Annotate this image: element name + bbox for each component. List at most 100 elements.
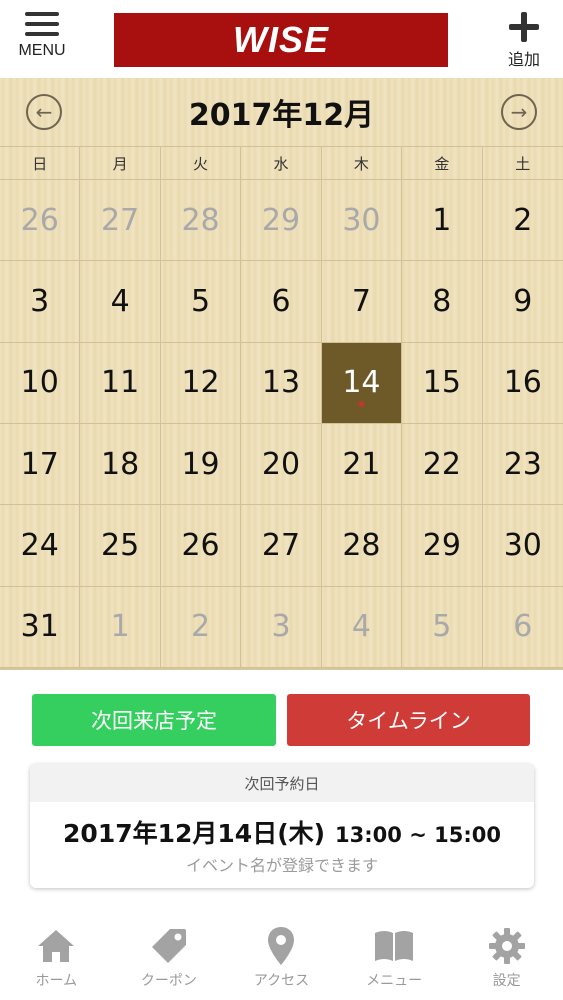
day-number: 8: [432, 283, 452, 319]
day-cell[interactable]: 6: [482, 587, 563, 668]
next-visit-button[interactable]: 次回来店予定: [32, 694, 276, 746]
day-cell[interactable]: 28: [321, 505, 403, 587]
day-cell[interactable]: 5: [160, 261, 242, 343]
day-cell[interactable]: 24: [0, 505, 81, 587]
day-number: 5: [191, 283, 211, 319]
day-cell[interactable]: 21: [321, 424, 403, 506]
month-title: 2017年12月: [188, 98, 375, 133]
day-cell[interactable]: 16: [482, 343, 563, 424]
day-number: 16: [503, 365, 542, 401]
app-header: MENU WISE 追加: [0, 0, 563, 78]
day-cell[interactable]: 22: [402, 424, 483, 506]
day-cell[interactable]: 26: [160, 505, 242, 587]
tab-menu[interactable]: メニュー: [338, 920, 451, 1000]
day-cell[interactable]: 31: [0, 586, 81, 668]
day-number: 1: [110, 609, 130, 645]
day-cell[interactable]: 30: [321, 180, 403, 262]
day-cell[interactable]: 23: [482, 424, 563, 506]
day-number: 6: [271, 283, 291, 319]
add-label: 追加: [507, 50, 540, 69]
weekday-label: 月: [80, 147, 161, 180]
day-number: 13: [261, 365, 301, 401]
day-cell[interactable]: 20: [241, 424, 322, 506]
day-cell[interactable]: 6: [241, 261, 322, 343]
day-cell[interactable]: 28: [160, 180, 242, 262]
day-cell[interactable]: 1: [80, 586, 161, 668]
day-number: 30: [342, 202, 381, 238]
menu-button[interactable]: MENU: [10, 10, 74, 70]
day-number: 28: [181, 202, 220, 238]
gear-icon: [450, 926, 563, 966]
tab-label: ホーム: [35, 973, 78, 989]
tab-label: 設定: [492, 973, 521, 989]
reservation-date: 2017年12月14日(木): [63, 819, 326, 848]
day-cell[interactable]: 10: [0, 342, 81, 424]
day-number: 1: [432, 202, 452, 238]
tab-coupon[interactable]: クーポン: [113, 920, 226, 1000]
day-cell[interactable]: 29: [241, 180, 322, 262]
day-cell[interactable]: 3: [0, 261, 81, 343]
prev-month-button[interactable]: ←: [26, 94, 62, 130]
day-number: 21: [342, 446, 381, 482]
event-star-icon: ★: [356, 397, 367, 411]
day-number: 6: [513, 609, 533, 645]
day-number: 26: [181, 527, 220, 563]
day-cell[interactable]: 11: [80, 342, 161, 424]
day-cell[interactable]: 25: [80, 505, 161, 587]
day-cell[interactable]: 3: [241, 586, 322, 668]
day-cell[interactable]: 4: [321, 586, 403, 668]
day-cell[interactable]: 8: [402, 261, 483, 343]
bottom-tab-bar: ホーム クーポン アクセス メニュー 設定: [0, 920, 563, 1000]
day-cell[interactable]: 30: [482, 505, 563, 587]
add-button[interactable]: 追加: [499, 10, 549, 70]
day-cell[interactable]: 26: [0, 180, 81, 262]
home-icon: [0, 926, 113, 966]
day-cell[interactable]: 27: [241, 505, 322, 587]
day-cell[interactable]: 15: [402, 342, 483, 424]
day-number: 5: [432, 609, 452, 645]
day-number: 2: [513, 202, 533, 238]
day-number: 4: [110, 283, 130, 319]
day-cell[interactable]: 29: [402, 505, 483, 587]
day-number: 25: [101, 527, 140, 563]
day-cell[interactable]: 17: [0, 424, 81, 506]
day-cell[interactable]: 9: [482, 261, 563, 343]
day-cell[interactable]: 13: [241, 342, 322, 424]
day-number: 2: [191, 609, 211, 645]
day-cell[interactable]: 12: [160, 342, 242, 424]
day-cell[interactable]: 1: [402, 180, 483, 262]
reservation-card[interactable]: 次回予約日 2017年12月14日(木) 13:00 ~ 15:00 イベント名が…: [30, 764, 534, 888]
day-cell[interactable]: 19: [160, 424, 242, 506]
timeline-button[interactable]: タイムライン: [287, 694, 530, 746]
book-icon: [338, 926, 451, 966]
next-month-button[interactable]: →: [501, 94, 537, 130]
day-number: 10: [20, 365, 59, 401]
tab-settings[interactable]: 設定: [450, 920, 563, 1000]
day-cell-selected[interactable]: 14 ★: [321, 342, 403, 424]
tag-icon: [113, 926, 226, 966]
reservation-datetime: 2017年12月14日(木) 13:00 ~ 15:00: [30, 814, 534, 850]
day-number: 17: [20, 446, 59, 482]
hamburger-icon: [25, 12, 59, 36]
day-cell[interactable]: 7: [321, 261, 403, 343]
day-cell[interactable]: 2: [160, 586, 242, 668]
day-cell[interactable]: 18: [80, 424, 161, 506]
weekday-label: 水: [241, 147, 322, 180]
day-cell[interactable]: 4: [80, 261, 161, 343]
tab-access[interactable]: アクセス: [225, 920, 338, 1000]
day-number: 3: [30, 283, 50, 319]
day-cell[interactable]: 5: [402, 586, 483, 668]
action-buttons: 次回来店予定 タイムライン: [32, 694, 530, 746]
day-number: 22: [422, 446, 461, 482]
weekday-label: 木: [321, 147, 403, 180]
event-name-placeholder: イベント名が登録できます: [185, 856, 378, 875]
tab-home[interactable]: ホーム: [0, 920, 113, 1000]
day-number: 15: [422, 365, 461, 401]
day-number: 23: [503, 446, 542, 482]
day-number: 24: [20, 527, 59, 563]
reservation-heading: 次回予約日: [30, 764, 534, 802]
day-cell[interactable]: 2: [482, 180, 563, 262]
day-number: 18: [101, 446, 140, 482]
day-cell[interactable]: 27: [80, 180, 161, 262]
weekday-label: 金: [402, 147, 483, 180]
